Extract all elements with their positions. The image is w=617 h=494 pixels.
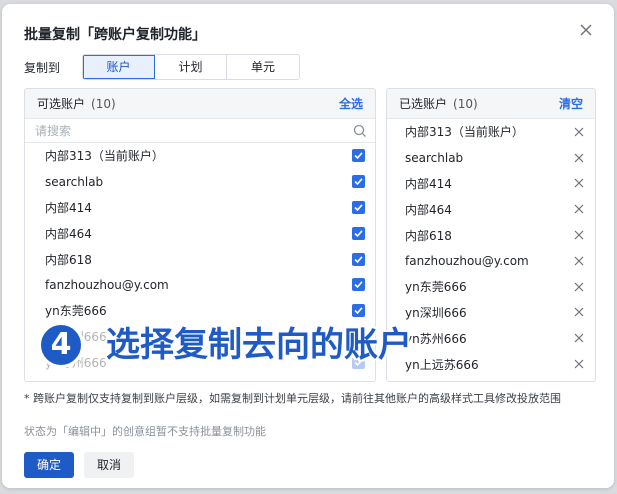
remove-icon[interactable] xyxy=(573,177,585,189)
list-item: 内部464 xyxy=(387,196,595,222)
account-name: yn东莞666 xyxy=(405,280,467,295)
checkbox-checked[interactable] xyxy=(352,252,365,266)
list-item: yn深圳666 xyxy=(387,300,595,326)
list-item[interactable]: fanzhouzhou@y.com xyxy=(25,272,375,298)
copy-target-selector: 账户 计划 单元 xyxy=(82,54,300,80)
clear-all-link[interactable]: 清空 xyxy=(559,95,583,112)
list-item[interactable]: 内部618 xyxy=(25,246,375,272)
check-icon xyxy=(354,178,363,186)
selected-accounts-panel: 已选账户 (10) 清空 内部313（当前账户） searchlab 内部414 … xyxy=(386,88,596,382)
account-name: yn苏州666 xyxy=(405,331,467,346)
remove-icon[interactable] xyxy=(573,203,585,215)
batch-copy-dialog: 批量复制「跨账户复制功能」 复制到 账户 计划 单元 可选账户 (10) 全选 内… xyxy=(2,4,614,488)
list-item[interactable]: yn东莞666 xyxy=(25,298,375,324)
account-search xyxy=(25,119,375,143)
remove-icon[interactable] xyxy=(573,126,585,138)
checkbox-checked[interactable] xyxy=(352,200,365,214)
account-name: 内部313（当前账户） xyxy=(45,149,164,164)
selected-title: 已选账户 xyxy=(399,97,448,111)
step-caption: 选择复制去向的账户 xyxy=(106,325,412,365)
check-icon xyxy=(354,281,363,289)
select-all-link[interactable]: 全选 xyxy=(339,95,363,112)
check-icon xyxy=(354,230,363,237)
account-name: 内部464 xyxy=(405,202,452,217)
copy-to-label: 复制到 xyxy=(24,61,61,75)
close-icon[interactable] xyxy=(578,22,594,38)
account-name: 内部313（当前账户） xyxy=(405,125,524,140)
selected-list: 内部313（当前账户） searchlab 内部414 内部464 内部618 … xyxy=(387,119,595,377)
account-name: yn深圳666 xyxy=(405,305,467,320)
available-count: (10) xyxy=(91,97,116,111)
cancel-button[interactable]: 取消 xyxy=(84,452,134,478)
list-item: 内部618 xyxy=(387,222,595,248)
account-name: fanzhouzhou@y.com xyxy=(405,253,529,268)
list-item: 内部313（当前账户） xyxy=(387,119,595,145)
list-item: yn上远苏666 xyxy=(387,351,595,377)
step-badge: 4 xyxy=(38,322,84,368)
segment-account[interactable]: 账户 xyxy=(83,55,155,79)
remove-icon[interactable] xyxy=(573,358,585,370)
check-icon xyxy=(354,307,363,315)
account-name: 内部618 xyxy=(405,228,452,243)
checkbox-checked[interactable] xyxy=(352,304,365,318)
remove-icon[interactable] xyxy=(573,332,585,344)
account-name: searchlab xyxy=(405,150,464,165)
status-note: 状态为「编辑中」的创意组暂不支持批量复制功能 xyxy=(24,425,266,438)
account-name: 内部414 xyxy=(405,176,452,191)
segment-plan[interactable]: 计划 xyxy=(155,55,227,79)
account-name: searchlab xyxy=(45,174,104,189)
remove-icon[interactable] xyxy=(573,229,585,241)
search-icon[interactable] xyxy=(353,124,367,138)
remove-icon[interactable] xyxy=(573,306,585,318)
check-icon xyxy=(354,152,363,160)
segment-unit[interactable]: 单元 xyxy=(227,55,299,79)
list-item: 内部414 xyxy=(387,171,595,197)
list-item: searchlab xyxy=(387,145,595,171)
checkbox-checked[interactable] xyxy=(352,278,365,292)
selected-count: (10) xyxy=(453,97,478,111)
list-item[interactable]: 内部464 xyxy=(25,220,375,246)
confirm-button[interactable]: 确定 xyxy=(24,452,74,478)
check-icon xyxy=(354,255,363,263)
remove-icon[interactable] xyxy=(573,281,585,293)
list-item[interactable]: searchlab xyxy=(25,169,375,195)
available-panel-header: 可选账户 (10) 全选 xyxy=(25,89,375,119)
account-name: 内部618 xyxy=(45,252,92,267)
list-item[interactable]: 内部414 xyxy=(25,195,375,221)
list-item: fanzhouzhou@y.com xyxy=(387,248,595,274)
account-name: 内部464 xyxy=(45,226,92,241)
available-title: 可选账户 xyxy=(37,97,86,111)
list-item: yn东莞666 xyxy=(387,274,595,300)
check-icon xyxy=(354,204,363,212)
checkbox-checked[interactable] xyxy=(352,226,365,240)
checkbox-checked[interactable] xyxy=(352,149,365,163)
checkbox-checked[interactable] xyxy=(352,175,365,189)
dialog-title: 批量复制「跨账户复制功能」 xyxy=(24,27,206,43)
remove-icon[interactable] xyxy=(573,255,585,267)
account-name: fanzhouzhou@y.com xyxy=(45,277,169,292)
account-name: yn上远苏666 xyxy=(405,357,479,372)
scope-footnote: * 跨账户复制仅支持复制到账户层级，如需复制到计划单元层级，请前往其他账户的高级… xyxy=(24,392,561,405)
account-name: yn东莞666 xyxy=(45,304,107,319)
remove-icon[interactable] xyxy=(573,152,585,164)
list-item: yn苏州666 xyxy=(387,325,595,351)
selected-panel-header: 已选账户 (10) 清空 xyxy=(387,89,595,119)
search-input[interactable] xyxy=(35,123,315,138)
account-name: 内部414 xyxy=(45,200,92,215)
list-item[interactable]: 内部313（当前账户） xyxy=(25,143,375,169)
